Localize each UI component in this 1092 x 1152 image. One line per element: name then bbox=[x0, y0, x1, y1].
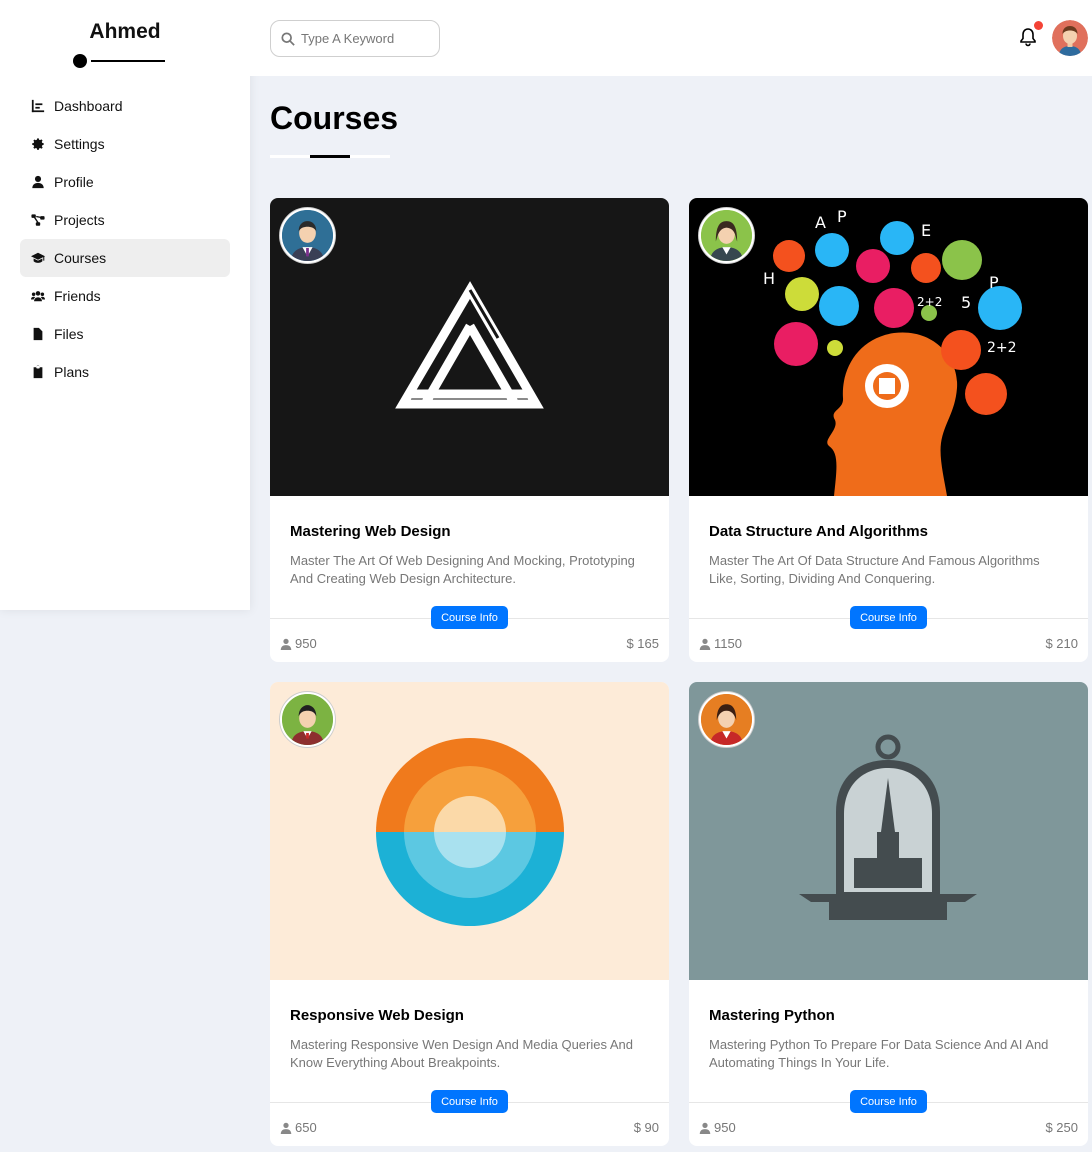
sidebar-item-courses[interactable]: Courses bbox=[20, 239, 230, 277]
sidebar-item-projects[interactable]: Projects bbox=[20, 201, 230, 239]
course-card: Responsive Web Design Mastering Responsi… bbox=[270, 682, 669, 1146]
notification-button[interactable] bbox=[1018, 21, 1043, 49]
diagram-icon bbox=[30, 212, 46, 228]
course-image bbox=[270, 198, 669, 496]
user-icon bbox=[280, 638, 292, 650]
course-title: Mastering Web Design bbox=[290, 523, 451, 540]
sidebar-nav: Dashboard Settings Profile Projects Cour… bbox=[20, 87, 230, 391]
course-info-button[interactable]: Course Info bbox=[850, 1090, 927, 1113]
clipboard-icon bbox=[30, 364, 46, 380]
svg-text:2+2: 2+2 bbox=[917, 295, 942, 309]
svg-text:P: P bbox=[837, 207, 847, 226]
svg-text:5: 5 bbox=[961, 293, 971, 312]
search-input[interactable] bbox=[301, 31, 431, 46]
user-icon bbox=[699, 638, 711, 650]
course-price: $ 210 bbox=[1045, 636, 1078, 651]
students-count-value: 950 bbox=[714, 1120, 736, 1135]
top-header bbox=[250, 0, 1092, 76]
sidebar: Ahmed Dashboard Settings Profile Project… bbox=[0, 0, 250, 610]
user-icon bbox=[30, 174, 46, 190]
sidebar-item-dashboard[interactable]: Dashboard bbox=[20, 87, 230, 125]
instructor-avatar bbox=[699, 208, 754, 263]
sidebar-item-friends[interactable]: Friends bbox=[20, 277, 230, 315]
svg-text:H: H bbox=[763, 269, 775, 288]
course-price: $ 165 bbox=[626, 636, 659, 651]
course-title: Responsive Web Design bbox=[290, 1007, 464, 1024]
course-info-button[interactable]: Course Info bbox=[431, 1090, 508, 1113]
graduation-cap-icon bbox=[30, 250, 46, 266]
notification-badge bbox=[1034, 21, 1043, 30]
instructor-avatar bbox=[280, 208, 335, 263]
course-title: Data Structure And Algorithms bbox=[709, 523, 928, 540]
sidebar-item-files[interactable]: Files bbox=[20, 315, 230, 353]
course-card: Mastering Python Mastering Python To Pre… bbox=[689, 682, 1088, 1146]
sidebar-item-label: Projects bbox=[54, 212, 105, 228]
course-info-button[interactable]: Course Info bbox=[431, 606, 508, 629]
svg-text:A: A bbox=[815, 213, 826, 232]
course-description: Master The Art Of Data Structure And Fam… bbox=[709, 553, 1040, 586]
course-info-button[interactable]: Course Info bbox=[850, 606, 927, 629]
file-icon bbox=[30, 326, 46, 342]
svg-text:2+2: 2+2 bbox=[987, 340, 1017, 356]
sidebar-item-label: Courses bbox=[54, 250, 107, 266]
course-image bbox=[689, 682, 1088, 980]
chart-icon bbox=[30, 98, 46, 114]
sidebar-item-label: Dashboard bbox=[54, 98, 123, 114]
course-card: Mastering Web Design Master The Art Of W… bbox=[270, 198, 669, 662]
course-description: Mastering Python To Prepare For Data Sci… bbox=[709, 1037, 1049, 1070]
sidebar-item-label: Profile bbox=[54, 174, 94, 190]
page-title: Courses bbox=[270, 100, 399, 136]
students-count: 650 bbox=[280, 1120, 317, 1135]
users-icon bbox=[30, 288, 46, 304]
students-count-value: 950 bbox=[295, 636, 317, 651]
brand-name: Ahmed bbox=[89, 20, 161, 43]
course-price: $ 250 bbox=[1045, 1120, 1078, 1135]
user-avatar[interactable] bbox=[1052, 20, 1088, 56]
course-description: Mastering Responsive Wen Design And Medi… bbox=[290, 1037, 634, 1070]
sidebar-item-plans[interactable]: Plans bbox=[20, 353, 230, 391]
svg-text:E: E bbox=[921, 221, 931, 240]
instructor-avatar bbox=[280, 692, 335, 747]
students-count: 950 bbox=[280, 636, 317, 651]
search-box[interactable] bbox=[270, 20, 440, 57]
sidebar-item-label: Plans bbox=[54, 364, 90, 380]
brand-underline bbox=[91, 60, 165, 62]
students-count: 1150 bbox=[699, 636, 742, 651]
gear-icon bbox=[30, 136, 46, 152]
course-title: Mastering Python bbox=[709, 1007, 835, 1024]
course-image: AP EP H 2+2 2+2 5 bbox=[689, 198, 1088, 496]
bell-icon bbox=[1020, 28, 1036, 47]
instructor-avatar bbox=[699, 692, 754, 747]
brand-dot bbox=[73, 54, 87, 68]
sidebar-item-label: Files bbox=[54, 326, 84, 342]
students-count-value: 1150 bbox=[714, 636, 742, 651]
title-underline-accent bbox=[310, 155, 350, 158]
course-card: AP EP H 2+2 2+2 5 Data Structure And Algor… bbox=[689, 198, 1088, 662]
svg-text:P: P bbox=[989, 273, 999, 292]
students-count: 950 bbox=[699, 1120, 736, 1135]
students-count-value: 650 bbox=[295, 1120, 317, 1135]
sidebar-item-profile[interactable]: Profile bbox=[20, 163, 230, 201]
course-description: Master The Art Of Web Designing And Mock… bbox=[290, 553, 635, 586]
user-icon bbox=[699, 1122, 711, 1134]
search-icon bbox=[281, 31, 295, 46]
sidebar-item-label: Settings bbox=[54, 136, 105, 152]
course-image bbox=[270, 682, 669, 980]
sidebar-item-label: Friends bbox=[54, 288, 101, 304]
user-icon bbox=[280, 1122, 292, 1134]
sidebar-item-settings[interactable]: Settings bbox=[20, 125, 230, 163]
course-price: $ 90 bbox=[633, 1120, 659, 1135]
